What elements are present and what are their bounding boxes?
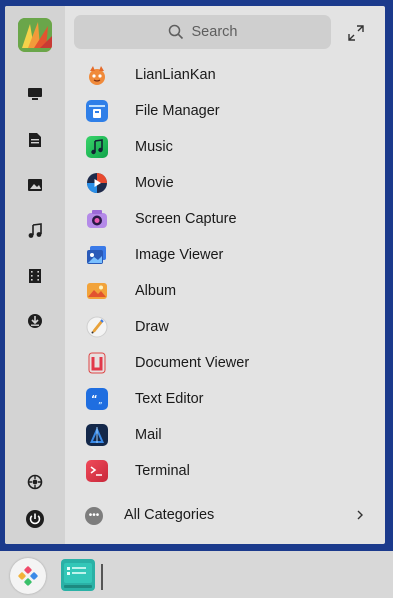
chevron-right-icon bbox=[355, 508, 365, 522]
download-icon[interactable] bbox=[25, 311, 45, 331]
launcher-sidebar bbox=[5, 6, 65, 544]
app-item-terminal[interactable]: Terminal bbox=[65, 453, 380, 489]
taskbar bbox=[0, 551, 393, 598]
app-item-image-viewer[interactable]: Image Viewer bbox=[65, 237, 380, 273]
app-label: Screen Capture bbox=[135, 211, 237, 227]
app-item-document-viewer[interactable]: Document Viewer bbox=[65, 345, 380, 381]
search-placeholder: Search bbox=[191, 24, 238, 40]
movie-icon bbox=[86, 172, 108, 194]
image-viewer-icon bbox=[86, 244, 108, 266]
app-item-music[interactable]: Music bbox=[65, 129, 380, 165]
app-label: Text Editor bbox=[135, 391, 204, 407]
app-item-draw[interactable]: Draw bbox=[65, 309, 380, 345]
app-item-mail[interactable]: Mail bbox=[65, 417, 380, 453]
svg-text:”: ” bbox=[98, 401, 103, 409]
search-icon bbox=[168, 24, 183, 40]
document-viewer-icon bbox=[86, 352, 108, 374]
launcher-window: Search LianLianKan File Manager Music Mo… bbox=[5, 6, 385, 544]
music-icon[interactable] bbox=[25, 221, 45, 241]
file-manager-icon bbox=[86, 100, 108, 122]
app-label: Mail bbox=[135, 427, 162, 443]
screen-capture-icon bbox=[86, 208, 108, 230]
app-label: Movie bbox=[135, 175, 174, 191]
app-label: LianLianKan bbox=[135, 67, 216, 83]
all-categories-label: All Categories bbox=[124, 507, 215, 523]
mail-icon bbox=[86, 424, 108, 446]
app-item-screen-capture[interactable]: Screen Capture bbox=[65, 201, 380, 237]
video-icon[interactable] bbox=[25, 266, 45, 286]
app-label: File Manager bbox=[135, 103, 220, 119]
picture-icon[interactable] bbox=[25, 175, 45, 195]
avatar[interactable] bbox=[18, 18, 52, 52]
album-icon bbox=[86, 280, 108, 302]
app-label: Terminal bbox=[135, 463, 190, 479]
app-label: Music bbox=[135, 139, 173, 155]
taskbar-divider bbox=[101, 564, 103, 590]
more-dots: ••• bbox=[88, 510, 100, 521]
settings-icon[interactable] bbox=[25, 472, 45, 492]
launcher-main: Search LianLianKan File Manager Music Mo… bbox=[65, 6, 385, 544]
more-icon: ••• bbox=[85, 507, 103, 525]
app-label: Album bbox=[135, 283, 177, 299]
app-item-file-manager[interactable]: File Manager bbox=[65, 93, 380, 129]
app-label: Draw bbox=[135, 319, 169, 335]
expand-icon[interactable] bbox=[347, 24, 365, 42]
computer-icon[interactable] bbox=[25, 84, 45, 104]
text-editor-icon: “” bbox=[86, 388, 108, 410]
document-icon[interactable] bbox=[25, 130, 45, 150]
draw-icon bbox=[86, 316, 108, 338]
search-input[interactable]: Search bbox=[74, 15, 331, 49]
svg-text:“: “ bbox=[91, 394, 98, 405]
all-categories-button[interactable]: ••• All Categories bbox=[65, 498, 380, 534]
lianliankan-icon bbox=[86, 64, 108, 86]
app-label: Image Viewer bbox=[135, 247, 224, 263]
power-icon[interactable] bbox=[25, 509, 45, 529]
app-item-movie[interactable]: Movie bbox=[65, 165, 380, 201]
launcher-icon[interactable] bbox=[10, 558, 46, 594]
desktop-app-icon[interactable] bbox=[61, 559, 95, 591]
music-app-icon bbox=[86, 136, 108, 158]
app-item-album[interactable]: Album bbox=[65, 273, 380, 309]
app-item-text-editor[interactable]: “” Text Editor bbox=[65, 381, 380, 417]
terminal-icon bbox=[86, 460, 108, 482]
app-item-lianliankan[interactable]: LianLianKan bbox=[65, 57, 380, 93]
app-label: Document Viewer bbox=[135, 355, 250, 371]
